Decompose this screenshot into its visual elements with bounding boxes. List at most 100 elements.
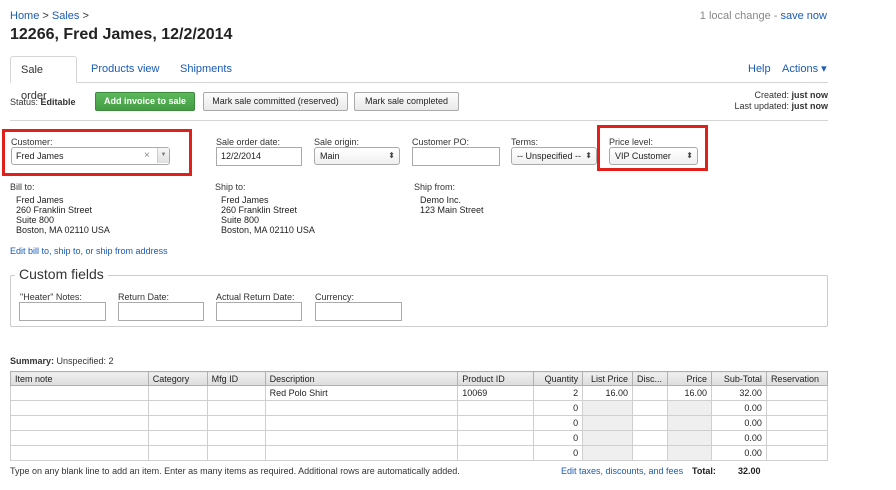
cell-discount[interactable] — [632, 415, 669, 431]
clear-icon[interactable]: × — [144, 150, 150, 161]
breadcrumb-sales-link[interactable]: Sales — [52, 10, 80, 22]
currency-input[interactable] — [315, 302, 402, 321]
cell-item-note[interactable] — [10, 415, 149, 431]
cell-product-id[interactable] — [457, 430, 535, 446]
cell-price[interactable] — [667, 430, 712, 446]
customer-po-input[interactable] — [412, 147, 500, 166]
cell-discount[interactable] — [632, 400, 669, 416]
cell-quantity[interactable]: 0 — [533, 415, 584, 431]
actions-menu[interactable]: Actions ▾ — [782, 56, 827, 83]
cell-category[interactable] — [147, 400, 208, 416]
cell-description[interactable] — [264, 415, 459, 431]
cell-item-note[interactable] — [10, 400, 149, 416]
cell-discount[interactable] — [632, 385, 669, 401]
cell-mfg-id[interactable] — [206, 430, 266, 446]
cell-category[interactable] — [147, 445, 208, 461]
cell-reservation[interactable] — [765, 445, 829, 461]
column-header-price[interactable]: Price — [667, 371, 712, 386]
column-header-item-note[interactable]: Item note — [10, 371, 149, 386]
cell-list-price[interactable] — [582, 415, 634, 431]
heater-notes-input[interactable] — [19, 302, 106, 321]
cell-description[interactable] — [264, 430, 459, 446]
cell-category[interactable] — [147, 415, 208, 431]
cell-price[interactable] — [667, 445, 712, 461]
return-date-input[interactable] — [118, 302, 204, 321]
mark-committed-button[interactable]: Mark sale committed (reserved) — [203, 92, 348, 111]
column-header-sub-total[interactable]: Sub-Total — [711, 371, 767, 386]
cell-quantity[interactable]: 0 — [533, 400, 584, 416]
help-link[interactable]: Help — [748, 56, 771, 83]
column-header-description[interactable]: Description — [264, 371, 459, 386]
cell-mfg-id[interactable] — [206, 445, 266, 461]
column-header-reservation[interactable]: Reservation — [765, 371, 829, 386]
cell-product-id[interactable] — [457, 415, 535, 431]
cell-product-id[interactable] — [457, 445, 535, 461]
ship-from-address: Ship from: Demo Inc. 123 Main Street — [414, 182, 484, 215]
cell-reservation[interactable] — [765, 385, 829, 401]
cell-price[interactable] — [667, 400, 712, 416]
cell-quantity[interactable]: 2 — [533, 385, 584, 401]
created-label: Created: — [754, 90, 789, 100]
cell-sub-total[interactable]: 0.00 — [711, 415, 767, 431]
column-header-product-id[interactable]: Product ID — [457, 371, 535, 386]
sale-origin-select[interactable]: Main ⬍ — [314, 147, 400, 165]
total-label: Total: — [692, 466, 716, 476]
cell-list-price[interactable] — [582, 400, 634, 416]
cell-mfg-id[interactable] — [206, 400, 266, 416]
cell-quantity[interactable]: 0 — [533, 430, 584, 446]
terms-select[interactable]: -- Unspecified -- ⬍ — [511, 147, 597, 165]
actual-return-date-input[interactable] — [216, 302, 302, 321]
updated-value: just now — [791, 101, 829, 111]
select-arrows-icon: ⬍ — [585, 151, 592, 160]
cell-description[interactable]: Red Polo Shirt — [264, 385, 459, 401]
edit-taxes-link[interactable]: Edit taxes, discounts, and fees — [561, 466, 683, 476]
cell-list-price[interactable]: 16.00 — [582, 385, 634, 401]
cell-product-id[interactable] — [457, 400, 535, 416]
cell-sub-total[interactable]: 0.00 — [711, 445, 767, 461]
cell-discount[interactable] — [632, 430, 669, 446]
cell-product-id[interactable]: 10069 — [457, 385, 535, 401]
cell-category[interactable] — [147, 385, 208, 401]
cell-description[interactable] — [264, 400, 459, 416]
cell-quantity[interactable]: 0 — [533, 445, 584, 461]
column-header-mfg-id[interactable]: Mfg ID — [206, 371, 266, 386]
cell-list-price[interactable] — [582, 445, 634, 461]
breadcrumb-home-link[interactable]: Home — [10, 10, 39, 22]
cell-discount[interactable] — [632, 445, 669, 461]
cell-sub-total[interactable]: 0.00 — [711, 400, 767, 416]
cell-price[interactable] — [667, 415, 712, 431]
cell-description[interactable] — [264, 445, 459, 461]
cell-sub-total[interactable]: 0.00 — [711, 430, 767, 446]
cell-category[interactable] — [147, 430, 208, 446]
cell-reservation[interactable] — [765, 430, 829, 446]
address-line: 260 Franklin Street — [16, 205, 93, 215]
tab-products-view[interactable]: Products view — [81, 56, 169, 83]
column-header-quantity[interactable]: Quantity — [533, 371, 584, 386]
ship-to-heading: Ship to: — [215, 182, 246, 192]
save-now-link[interactable]: save now — [781, 10, 827, 22]
column-header-list-price[interactable]: List Price — [582, 371, 634, 386]
cell-price[interactable]: 16.00 — [667, 385, 712, 401]
cell-mfg-id[interactable] — [206, 415, 266, 431]
cell-reservation[interactable] — [765, 400, 829, 416]
cell-list-price[interactable] — [582, 430, 634, 446]
column-header-category[interactable]: Category — [147, 371, 208, 386]
tab-shipments[interactable]: Shipments — [170, 56, 242, 83]
cell-item-note[interactable] — [10, 445, 149, 461]
cell-mfg-id[interactable] — [206, 385, 266, 401]
edit-address-link[interactable]: Edit bill to, ship to, or ship from addr… — [10, 246, 168, 256]
local-change-text: 1 local change - — [699, 10, 778, 22]
price-level-select[interactable]: VIP Customer ⬍ — [609, 147, 698, 165]
cell-reservation[interactable] — [765, 415, 829, 431]
sale-order-date-input[interactable]: 12/2/2014 — [216, 147, 302, 166]
column-header-discount[interactable]: Disc... — [632, 371, 669, 386]
cell-item-note[interactable] — [10, 430, 149, 446]
cell-item-note[interactable] — [10, 385, 149, 401]
status-label: Status: — [10, 97, 39, 107]
add-invoice-button[interactable]: Add invoice to sale — [95, 92, 195, 111]
select-arrows-icon: ⬍ — [686, 151, 693, 160]
cell-sub-total[interactable]: 32.00 — [711, 385, 767, 401]
chevron-down-icon[interactable]: ▼ — [157, 148, 169, 163]
tab-sale-order[interactable]: Sale order — [10, 56, 77, 102]
mark-completed-button[interactable]: Mark sale completed — [354, 92, 459, 111]
